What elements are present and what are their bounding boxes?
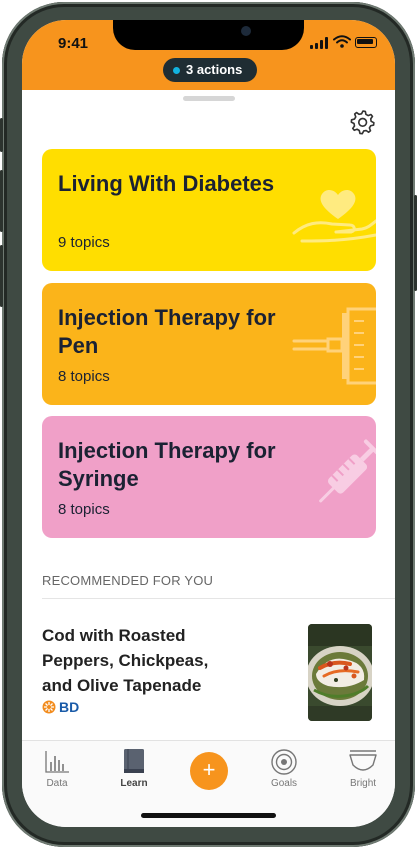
- status-time: 9:41: [58, 35, 89, 52]
- tab-label: Bright: [349, 778, 377, 789]
- tab-label: Goals: [270, 778, 298, 789]
- hand-heart-icon: [292, 189, 376, 243]
- recipe-thumbnail[interactable]: [308, 624, 372, 721]
- book-icon: [124, 749, 144, 773]
- actions-pill[interactable]: 3 actions: [163, 58, 257, 82]
- topic-card-living-with-diabetes[interactable]: Living With Diabetes 9 topics: [42, 149, 376, 271]
- bottom-tab-bar: Data Learn + Goals Bright: [22, 740, 395, 827]
- tab-label: Data: [46, 778, 68, 789]
- card-topic-count: 8 topics: [58, 368, 110, 385]
- tab-data[interactable]: Data: [27, 741, 87, 801]
- tab-goals[interactable]: Goals: [254, 741, 314, 801]
- status-dot: [173, 67, 180, 74]
- syringe-icon: [319, 439, 376, 503]
- app-screen: 9:41 3 actions Living With Diabetes 9 to…: [22, 20, 395, 827]
- tab-learn[interactable]: Learn: [104, 741, 164, 801]
- battery-icon: [355, 37, 377, 48]
- tab-label: Learn: [120, 778, 148, 789]
- card-title: Injection Therapy for Pen: [58, 305, 276, 358]
- phone-side-button: [0, 118, 3, 152]
- bar-chart-icon: [45, 751, 69, 773]
- phone-side-button: [414, 195, 417, 291]
- article-source: BD: [42, 699, 79, 715]
- bd-logo-icon: [42, 700, 56, 714]
- card-title: Injection Therapy for Syringe: [58, 438, 276, 491]
- section-heading: RECOMMENDED FOR YOU: [42, 573, 214, 588]
- notch: [113, 20, 304, 50]
- bright-icon: [349, 750, 377, 771]
- actions-label: 3 actions: [186, 62, 243, 77]
- status-bar: 9:41 3 actions: [22, 20, 395, 90]
- phone-side-button: [0, 245, 3, 307]
- divider: [42, 598, 395, 599]
- recommended-article-title[interactable]: Cod with Roasted Peppers, Chickpeas, and…: [42, 623, 242, 698]
- home-indicator: [141, 813, 276, 818]
- gear-icon[interactable]: [349, 108, 377, 136]
- target-icon: [271, 749, 297, 775]
- phone-side-button: [0, 170, 3, 232]
- card-topic-count: 8 topics: [58, 501, 110, 518]
- add-button[interactable]: +: [190, 752, 228, 790]
- camera: [241, 26, 251, 36]
- card-topic-count: 9 topics: [58, 234, 110, 251]
- insulin-pen-icon: [292, 307, 376, 385]
- topic-card-injection-therapy-syringe[interactable]: Injection Therapy for Syringe 8 topics: [42, 416, 376, 538]
- card-title: Living With Diabetes: [58, 171, 275, 196]
- sheet-grabber[interactable]: [183, 96, 235, 101]
- wifi-icon: [333, 35, 351, 48]
- tab-bright[interactable]: Bright: [333, 741, 393, 801]
- brand-name: BD: [59, 699, 80, 715]
- topic-card-injection-therapy-pen[interactable]: Injection Therapy for Pen 8 topics: [42, 283, 376, 405]
